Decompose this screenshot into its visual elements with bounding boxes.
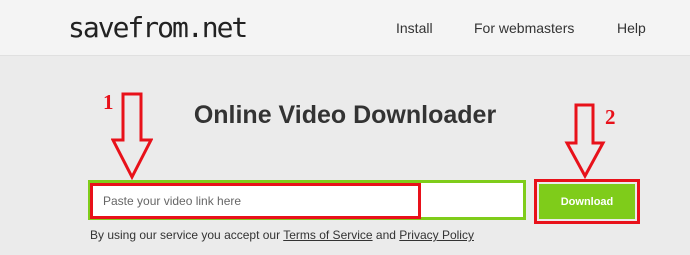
- nav-help[interactable]: Help: [617, 19, 646, 37]
- terms-notice: By using our service you accept our Term…: [90, 228, 474, 243]
- terms-and-text: and: [372, 228, 400, 242]
- terms-prefix-text: By using our service you accept our: [90, 228, 284, 242]
- terms-of-service-link[interactable]: Terms of Service: [283, 228, 372, 242]
- nav-install[interactable]: Install: [396, 19, 433, 37]
- input-highlight-frame: [90, 183, 421, 219]
- site-header: savefrom.net Install For webmasters Help: [0, 0, 690, 56]
- nav-for-webmasters[interactable]: For webmasters: [474, 19, 574, 37]
- step-2-arrow-icon: [564, 103, 606, 179]
- step-2-marker: 2: [605, 105, 616, 129]
- step-1-arrow-icon: [111, 92, 153, 180]
- button-highlight-frame: [534, 179, 640, 224]
- privacy-policy-link[interactable]: Privacy Policy: [399, 228, 474, 242]
- site-logo[interactable]: savefrom.net: [68, 10, 248, 46]
